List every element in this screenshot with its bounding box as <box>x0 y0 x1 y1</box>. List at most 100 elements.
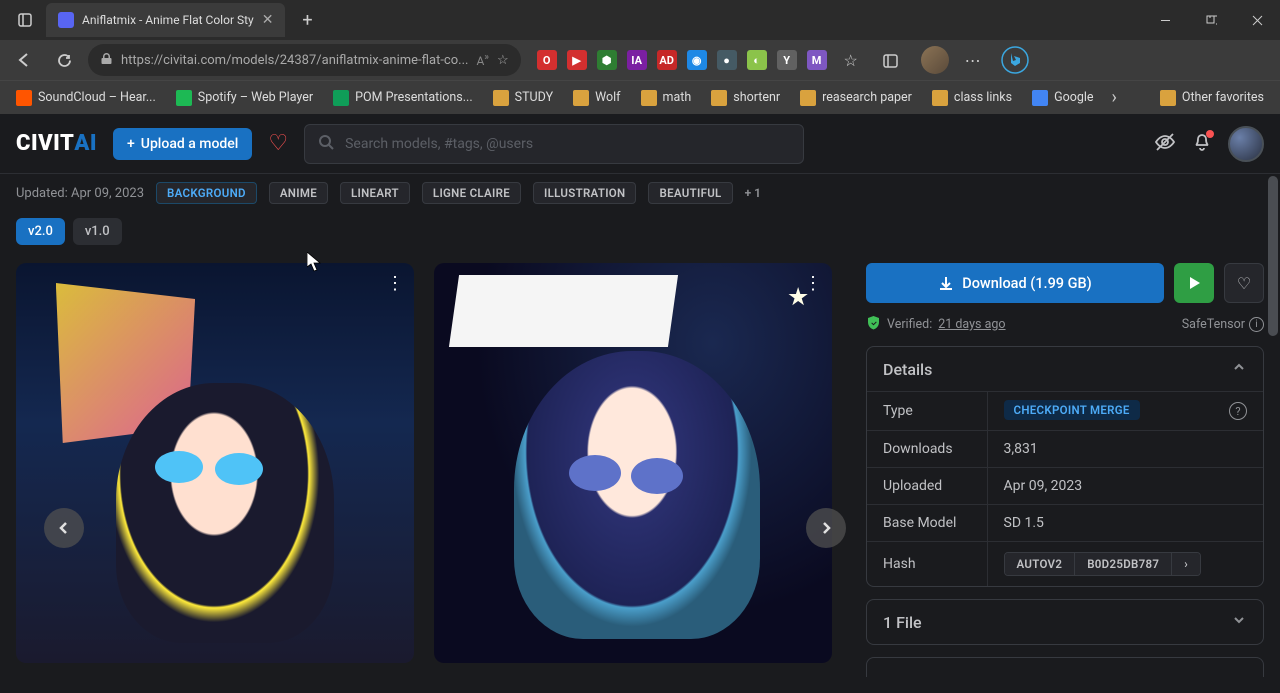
extension-icon[interactable]: IA <box>627 50 647 70</box>
extension-icon[interactable]: ▶ <box>567 50 587 70</box>
scrollbar-thumb[interactable] <box>1268 176 1278 336</box>
user-avatar[interactable] <box>1228 126 1264 162</box>
favorite-button[interactable]: ♡ <box>1224 263 1264 303</box>
search-box[interactable] <box>304 124 804 164</box>
bookmark-item[interactable]: SoundCloud – Hear... <box>8 86 164 110</box>
extension-icon[interactable]: ⬢ <box>597 50 617 70</box>
favorite-icon[interactable]: ☆ <box>497 53 509 68</box>
address-bar[interactable]: https://civitai.com/models/24387/aniflat… <box>88 44 521 76</box>
model-tag[interactable]: BEAUTIFUL <box>648 182 732 204</box>
hash-expand-icon[interactable]: › <box>1172 553 1200 575</box>
profile-avatar[interactable] <box>921 46 949 74</box>
lock-icon <box>100 52 113 69</box>
files-header[interactable]: 1 File <box>867 600 1263 644</box>
bookmark-item[interactable]: math <box>633 86 700 110</box>
upload-model-button[interactable]: + Upload a model <box>113 128 252 160</box>
tab-favicon <box>58 12 74 28</box>
model-tag[interactable]: ILLUSTRATION <box>533 182 637 204</box>
notification-bell-icon[interactable] <box>1192 132 1212 156</box>
bookmark-label: class links <box>954 90 1012 105</box>
bookmark-item[interactable]: Google <box>1024 86 1101 110</box>
collections-icon[interactable] <box>875 44 907 76</box>
uploaded-label: Uploaded <box>867 468 987 505</box>
bookmark-item[interactable]: reasearch paper <box>792 86 920 110</box>
model-tag[interactable]: LINEART <box>340 182 410 204</box>
model-tag[interactable]: BACKGROUND <box>156 182 257 204</box>
carousel-next-button[interactable] <box>806 508 846 548</box>
plus-icon: + <box>127 136 135 152</box>
model-tag[interactable]: ANIME <box>269 182 328 204</box>
site-logo[interactable]: CIVITAI <box>16 131 97 156</box>
run-button[interactable] <box>1174 263 1214 303</box>
safetensor-label: SafeTensor <box>1182 317 1245 332</box>
search-input[interactable] <box>345 136 791 152</box>
more-icon[interactable]: ⋯ <box>957 44 989 76</box>
gallery-image-2[interactable]: ⋮ <box>434 263 832 663</box>
minimize-button[interactable] <box>1142 0 1188 40</box>
download-button[interactable]: Download (1.99 GB) <box>866 263 1164 303</box>
info-icon[interactable]: ? <box>1229 402 1247 420</box>
extension-icon[interactable]: O <box>537 50 557 70</box>
info-icon[interactable]: i <box>1249 317 1264 332</box>
extension-icon[interactable]: ◐ <box>747 50 767 70</box>
version-pill[interactable]: v2.0 <box>16 218 65 245</box>
tab-close-icon[interactable]: ✕ <box>262 12 274 28</box>
bookmark-label: SoundCloud – Hear... <box>38 90 156 105</box>
bookmark-item[interactable]: class links <box>924 86 1020 110</box>
reader-icon[interactable]: A» <box>476 52 489 68</box>
shield-icon <box>866 315 881 334</box>
hash-value[interactable]: B0D25DB787 <box>1075 553 1172 575</box>
gallery-image-1[interactable]: ⋮ <box>16 263 414 663</box>
bookmarks-bar: SoundCloud – Hear... Spotify – Web Player… <box>0 80 1280 114</box>
bookmark-label: Google <box>1054 90 1093 105</box>
files-heading: 1 File <box>883 613 922 632</box>
details-heading: Details <box>883 360 932 379</box>
image-menu-icon[interactable]: ⋮ <box>386 273 404 294</box>
refresh-button[interactable] <box>48 44 80 76</box>
folder-icon <box>493 90 509 106</box>
extension-icon[interactable]: ● <box>717 50 737 70</box>
folder-icon <box>932 90 948 106</box>
more-tags[interactable]: + 1 <box>745 186 761 200</box>
site-icon <box>1032 90 1048 106</box>
verified-date-link[interactable]: 21 days ago <box>938 317 1005 332</box>
hash-type[interactable]: AUTOV2 <box>1005 553 1076 575</box>
version-pill[interactable]: v1.0 <box>73 218 122 245</box>
other-favorites[interactable]: Other favorites <box>1152 86 1272 110</box>
scrollbar[interactable] <box>1266 174 1280 688</box>
bookmark-item[interactable]: Spotify – Web Player <box>168 86 321 110</box>
model-meta-row: Updated: Apr 09, 2023 BACKGROUND ANIME LIN… <box>16 174 1264 204</box>
tab-actions-icon[interactable] <box>8 5 42 35</box>
site-icon <box>333 90 349 106</box>
site-icon <box>16 90 32 106</box>
bookmark-item[interactable]: Wolf <box>565 86 628 110</box>
new-tab-button[interactable]: + <box>293 6 321 34</box>
chevron-up-icon <box>1231 359 1247 379</box>
bookmark-label: Spotify – Web Player <box>198 90 313 105</box>
details-header[interactable]: Details <box>867 347 1263 391</box>
folder-icon <box>641 90 657 106</box>
extension-icon[interactable]: M <box>807 50 827 70</box>
browser-tab[interactable]: Aniflatmix - Anime Flat Color Sty ✕ <box>46 3 285 37</box>
updated-text: Updated: Apr 09, 2023 <box>16 186 144 201</box>
bookmark-label: POM Presentations... <box>355 90 473 105</box>
bookmark-item[interactable]: STUDY <box>485 86 561 110</box>
maximize-button[interactable] <box>1188 0 1234 40</box>
back-button[interactable] <box>8 44 40 76</box>
extension-icon[interactable]: Y <box>777 50 797 70</box>
close-window-button[interactable] <box>1234 0 1280 40</box>
bookmark-item[interactable]: POM Presentations... <box>325 86 481 110</box>
visibility-icon[interactable] <box>1154 131 1176 157</box>
detail-row-base-model: Base Model SD 1.5 <box>867 505 1263 542</box>
download-label: Download (1.99 GB) <box>962 275 1092 292</box>
extension-icon[interactable]: AD <box>657 50 677 70</box>
bing-button[interactable] <box>997 42 1033 78</box>
carousel-prev-button[interactable] <box>44 508 84 548</box>
bookmarks-overflow[interactable]: › <box>1106 87 1123 108</box>
model-tag[interactable]: LIGNE CLAIRE <box>422 182 521 204</box>
bookmark-item[interactable]: shortenr <box>703 86 788 110</box>
favorites-icon[interactable]: ☆ <box>835 44 867 76</box>
favorites-heart-icon[interactable]: ♡ <box>268 131 288 156</box>
extension-icon[interactable]: ◉ <box>687 50 707 70</box>
image-menu-icon[interactable]: ⋮ <box>804 273 822 294</box>
